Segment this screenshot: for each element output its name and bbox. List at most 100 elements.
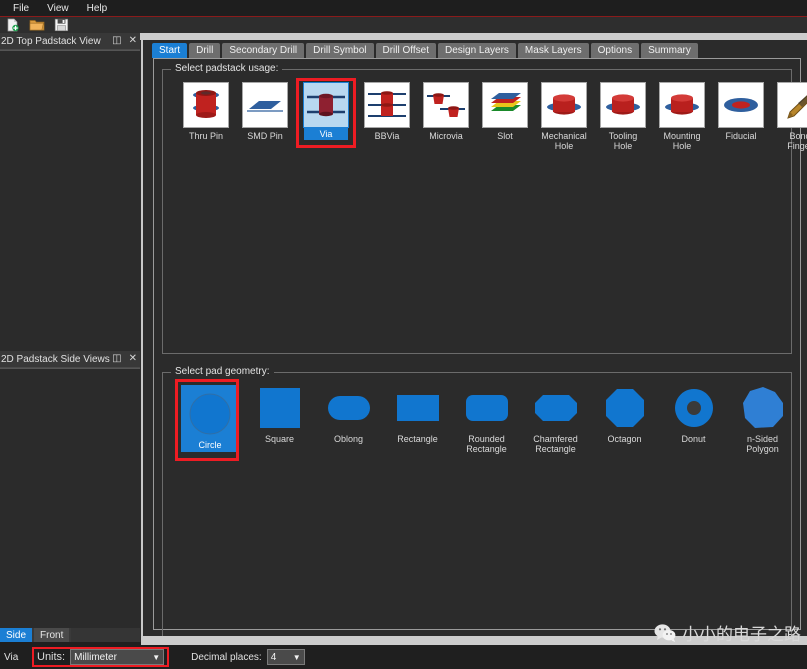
- usage-tile-slot[interactable]: Slot: [482, 82, 528, 141]
- geometry-tile-rectangle[interactable]: Rectangle: [389, 385, 446, 444]
- usage-tile-fiducial[interactable]: Fiducial: [718, 82, 764, 141]
- thru-pin-icon: [183, 82, 229, 128]
- padstack-usage-legend: Select padstack usage:: [171, 63, 283, 74]
- geometry-tile-oblong[interactable]: Oblong: [320, 385, 377, 444]
- usage-tile-label: BBVia: [374, 131, 400, 141]
- tab-start[interactable]: Start: [152, 43, 188, 58]
- panel-title-padstack-side-views: 2D Padstack Side Views ◫ ✕: [0, 351, 140, 368]
- geometry-tile-donut[interactable]: Donut: [665, 385, 722, 444]
- pad-geometry-tile-row: Circle Square Oblong Rectangle Rounded R…: [163, 373, 791, 461]
- units-label: Units:: [37, 651, 66, 663]
- usage-tile-label: Mechanical Hole: [541, 131, 587, 151]
- geometry-tile-label: Octagon: [607, 434, 642, 444]
- rectangle-shape-icon: [395, 385, 441, 431]
- units-select[interactable]: Millimeter ▼: [70, 649, 165, 665]
- oblong-shape-icon: [326, 385, 372, 431]
- top-padstack-viewport[interactable]: [0, 50, 140, 351]
- close-icon[interactable]: ✕: [129, 354, 137, 364]
- chevron-down-icon: ▼: [152, 652, 161, 662]
- tab-drill[interactable]: Drill: [189, 43, 221, 58]
- geometry-tile-circle[interactable]: Circle: [181, 385, 239, 452]
- wechat-icon: [654, 623, 676, 643]
- watermark-text: 小小的电子之路: [682, 625, 801, 645]
- circle-shape-icon: [187, 391, 233, 437]
- save-icon[interactable]: [52, 18, 70, 33]
- panel-title-text: 2D Padstack Side Views: [1, 353, 110, 365]
- octagon-shape-icon: [602, 385, 648, 431]
- watermark: 小小的电子之路: [654, 620, 801, 645]
- usage-tile-label: SMD Pin: [247, 131, 283, 141]
- geometry-tile-label: Rounded Rectangle: [466, 434, 507, 454]
- mechanical-hole-icon: [541, 82, 587, 128]
- tab-drill-offset[interactable]: Drill Offset: [375, 43, 436, 58]
- usage-tile-label: Slot: [497, 131, 513, 141]
- square-shape-icon: [257, 385, 303, 431]
- donut-shape-icon: [671, 385, 717, 431]
- float-icon[interactable]: ◫: [112, 36, 121, 46]
- tab-options[interactable]: Options: [590, 43, 640, 58]
- open-folder-icon[interactable]: [28, 18, 46, 33]
- usage-tile-smd-pin[interactable]: SMD Pin: [242, 82, 288, 141]
- chevron-down-icon: ▼: [292, 652, 301, 662]
- usage-tile-mechanical-hole[interactable]: Mechanical Hole: [541, 82, 587, 151]
- geometry-tile-n-sided-polygon[interactable]: n-Sided Polygon: [734, 385, 791, 454]
- chamfered-rectangle-shape-icon: [533, 385, 579, 431]
- usage-tile-microvia[interactable]: Microvia: [423, 82, 469, 141]
- padstack-usage-group: Select padstack usage: Thru Pin SMD Pin …: [162, 63, 807, 354]
- microvia-icon: [423, 82, 469, 128]
- view-tab-side[interactable]: Side: [0, 628, 33, 642]
- menu-item-help[interactable]: Help: [78, 2, 117, 15]
- usage-tile-label: Bond Finger: [787, 131, 807, 151]
- menu-bar: File View Help: [0, 0, 807, 17]
- usage-tile-label: Thru Pin: [188, 131, 223, 141]
- units-control-group: Units: Millimeter ▼: [32, 647, 170, 667]
- usage-tile-label: Tooling Hole: [608, 131, 638, 151]
- usage-tile-via-wrap: Via: [296, 78, 356, 148]
- decimal-places-select[interactable]: 4 ▼: [266, 649, 305, 665]
- geometry-tile-label: n-Sided Polygon: [746, 434, 779, 454]
- new-file-icon[interactable]: [4, 18, 22, 33]
- decimal-places-group: Decimal places: 4 ▼: [191, 649, 305, 665]
- rounded-rectangle-shape-icon: [464, 385, 510, 431]
- usage-tile-thru-pin[interactable]: Thru Pin: [183, 82, 229, 141]
- bbvia-icon: [364, 82, 410, 128]
- usage-tile-label: Via: [304, 128, 348, 140]
- usage-tile-bond-finger[interactable]: Bond Finger: [777, 82, 807, 151]
- float-icon[interactable]: ◫: [112, 354, 121, 364]
- wizard-tab-bar: Start Drill Secondary Drill Drill Symbol…: [143, 40, 807, 58]
- tab-summary[interactable]: Summary: [641, 43, 698, 58]
- geometry-tile-square[interactable]: Square: [251, 385, 308, 444]
- padstack-usage-tile-row: Thru Pin SMD Pin Via BBVia Microvia Slot…: [163, 70, 807, 151]
- pad-geometry-group: Select pad geometry: Circle Square Oblon…: [162, 366, 792, 639]
- tab-drill-symbol[interactable]: Drill Symbol: [306, 43, 374, 58]
- menu-item-file[interactable]: File: [4, 2, 38, 15]
- tab-mask-layers[interactable]: Mask Layers: [517, 43, 589, 58]
- geometry-tile-chamfered-rectangle[interactable]: Chamfered Rectangle: [527, 385, 584, 454]
- view-tab-front[interactable]: Front: [34, 628, 70, 642]
- usage-tile-bbvia[interactable]: BBVia: [364, 82, 410, 141]
- smd-pin-icon: [242, 82, 288, 128]
- geometry-tile-label: Circle: [198, 440, 222, 450]
- geometry-tile-label: Donut: [681, 434, 706, 444]
- geometry-tile-rounded-rectangle[interactable]: Rounded Rectangle: [458, 385, 515, 454]
- wizard-page-frame: Select padstack usage: Thru Pin SMD Pin …: [153, 58, 807, 639]
- side-views-viewport[interactable]: [0, 368, 140, 639]
- menu-item-view[interactable]: View: [38, 2, 78, 15]
- pad-geometry-legend: Select pad geometry:: [171, 366, 274, 377]
- geometry-tile-circle-wrap: Circle: [175, 379, 239, 461]
- tab-secondary-drill[interactable]: Secondary Drill: [222, 43, 305, 58]
- mounting-hole-icon: [659, 82, 705, 128]
- tab-design-layers[interactable]: Design Layers: [438, 43, 516, 58]
- left-dock: 2D Top Padstack View ◫ ✕ 2D Padstack Sid…: [0, 33, 140, 639]
- bond-finger-icon: [777, 82, 807, 128]
- close-icon[interactable]: ✕: [129, 36, 137, 46]
- usage-tile-mounting-hole[interactable]: Mounting Hole: [659, 82, 705, 151]
- decimal-places-value: 4: [270, 651, 277, 663]
- tooling-hole-icon: [600, 82, 646, 128]
- geometry-tile-label: Chamfered Rectangle: [533, 434, 578, 454]
- usage-tile-via[interactable]: Via: [301, 82, 351, 140]
- usage-tile-label: Mounting Hole: [663, 131, 701, 151]
- usage-tile-tooling-hole[interactable]: Tooling Hole: [600, 82, 646, 151]
- fiducial-icon: [718, 82, 764, 128]
- geometry-tile-octagon[interactable]: Octagon: [596, 385, 653, 444]
